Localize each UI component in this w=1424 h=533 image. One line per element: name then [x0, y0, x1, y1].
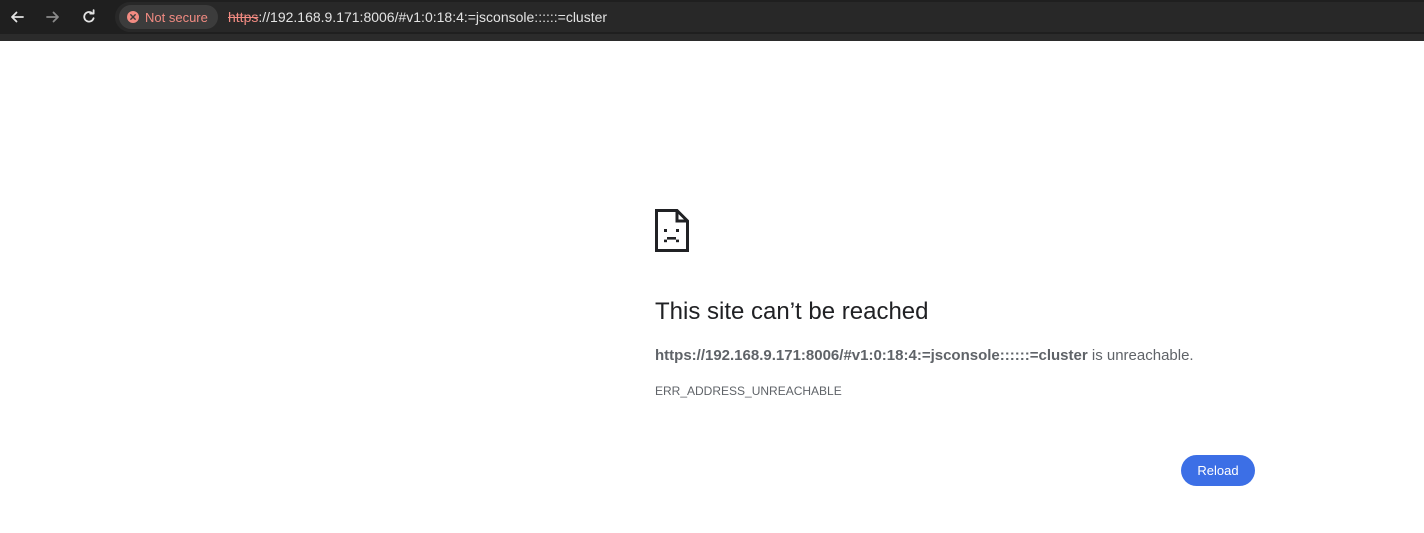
arrow-left-icon	[11, 11, 24, 23]
error-heading: This site can’t be reached	[655, 298, 929, 325]
not-secure-label: Not secure	[145, 9, 208, 25]
reload-button[interactable]: Reload	[1181, 455, 1255, 486]
summary-suffix: is unreachable.	[1087, 347, 1194, 364]
reload-page-button[interactable]	[76, 4, 102, 30]
warning-circle-icon	[127, 11, 139, 23]
url-path: ://192.168.9.171:8006/#v1:0:18:4:=jscons…	[258, 9, 608, 25]
sad-page-icon	[655, 209, 689, 252]
unreachable-url: https://192.168.9.171:8006/#v1:0:18:4:=j…	[655, 347, 1088, 364]
browser-toolbar: Not secure https://192.168.9.171:8006/#v…	[0, 0, 1424, 34]
forward-button[interactable]	[40, 4, 66, 30]
back-button[interactable]	[4, 4, 30, 30]
toolbar-divider	[0, 34, 1424, 41]
url-scheme: https	[228, 9, 259, 25]
arrow-right-icon	[46, 11, 59, 23]
reload-icon	[83, 9, 95, 23]
error-content: This site can’t be reached https://192.1…	[655, 209, 1255, 398]
error-code: ERR_ADDRESS_UNREACHABLE	[655, 384, 842, 398]
url-text[interactable]: https://192.168.9.171:8006/#v1:0:18:4:=j…	[228, 9, 607, 25]
address-bar[interactable]: Not secure https://192.168.9.171:8006/#v…	[115, 2, 1424, 32]
security-indicator[interactable]: Not secure	[119, 5, 218, 29]
error-summary: https://192.168.9.171:8006/#v1:0:18:4:=j…	[655, 347, 1194, 364]
